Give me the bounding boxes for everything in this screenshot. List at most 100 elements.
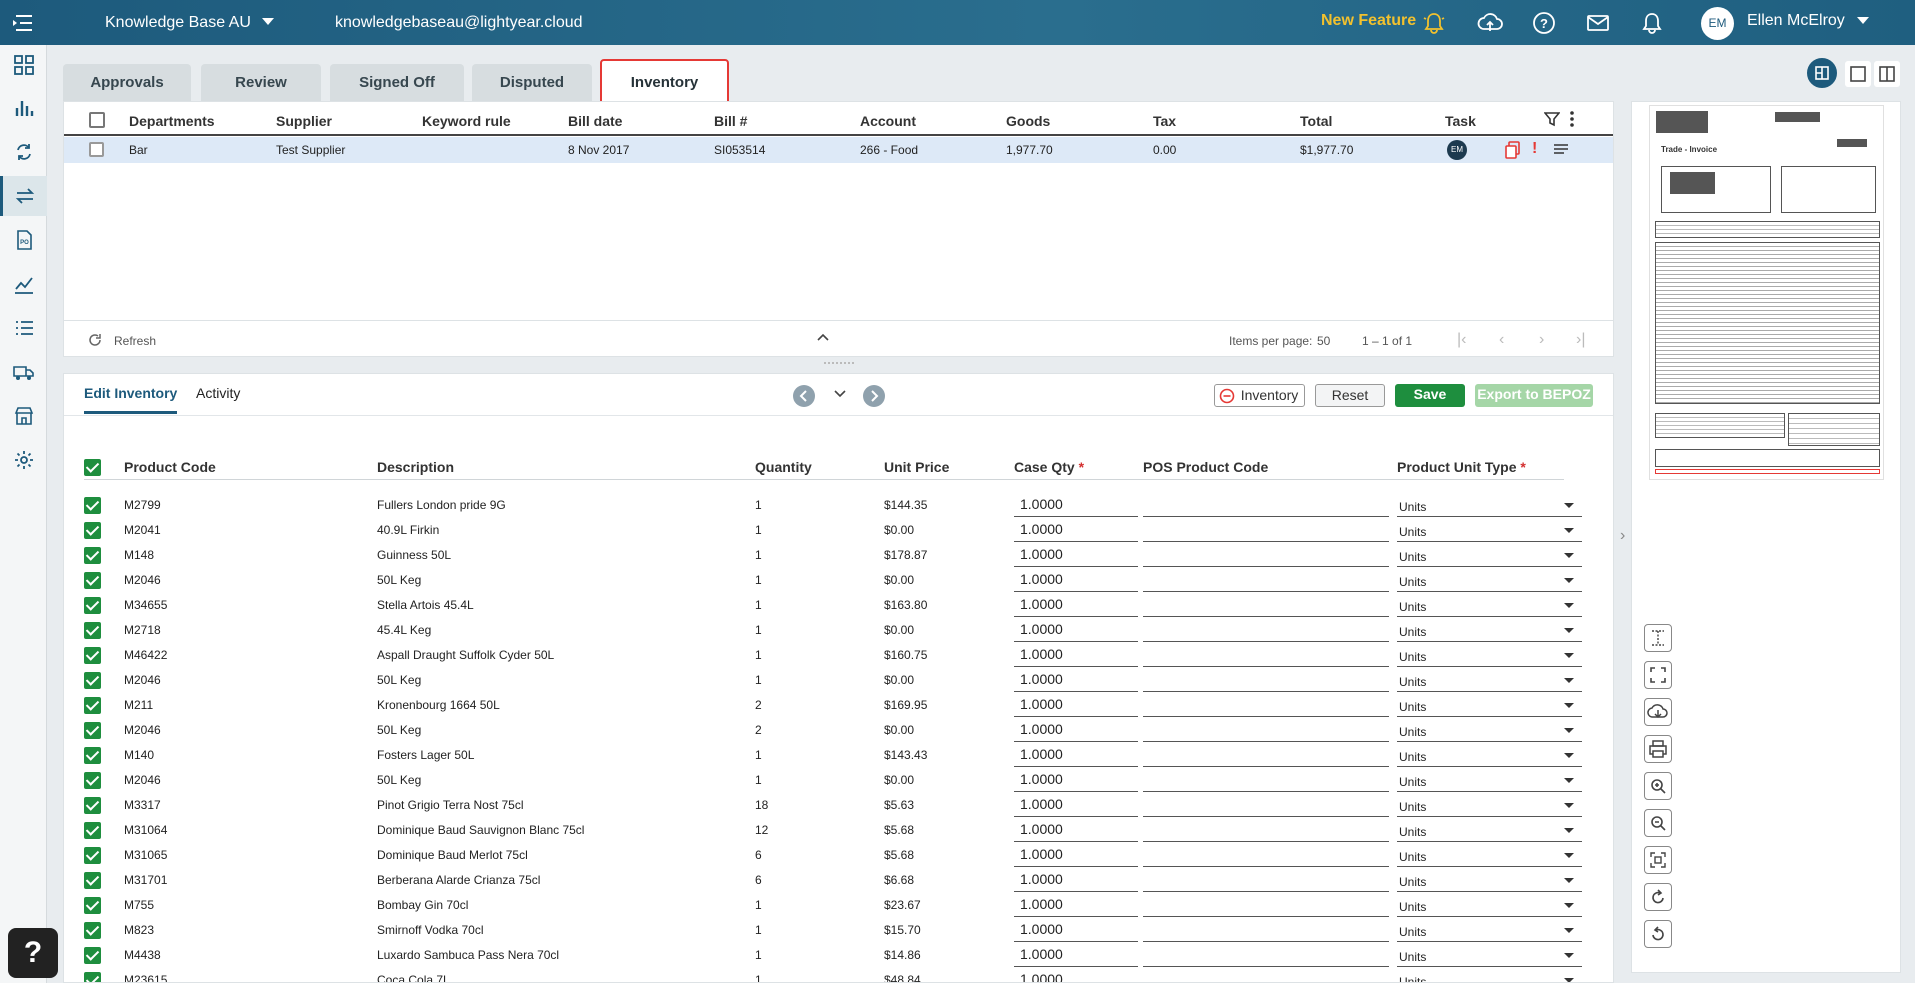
product-unit-type-select[interactable]: Units	[1397, 968, 1582, 982]
case-qty-input[interactable]: 1.0000	[1014, 843, 1138, 867]
item-row-checkbox[interactable]	[84, 597, 101, 614]
select-all-bills-checkbox[interactable]	[89, 112, 105, 128]
col-bill-number[interactable]: Bill #	[714, 113, 747, 129]
items-per-page-select[interactable]: 50	[1317, 334, 1330, 348]
item-row-checkbox[interactable]	[84, 747, 101, 764]
item-row-checkbox[interactable]	[84, 497, 101, 514]
col-supplier[interactable]: Supplier	[276, 113, 332, 129]
inventory-item-row[interactable]: M2041 40.9L Firkin 1 $0.00 1.0000 Units	[64, 518, 1613, 543]
panel-resize-handle[interactable]	[824, 362, 854, 365]
case-qty-input[interactable]: 1.0000	[1014, 768, 1138, 792]
item-row-checkbox[interactable]	[84, 547, 101, 564]
item-row-checkbox[interactable]	[84, 947, 101, 964]
inventory-item-row[interactable]: M140 Fosters Lager 50L 1 $143.43 1.0000 Units	[64, 743, 1613, 768]
help-chat-button[interactable]: ?	[8, 928, 58, 978]
user-avatar[interactable]: EM	[1701, 7, 1734, 40]
nav-list-icon[interactable]	[0, 308, 47, 348]
refresh-label[interactable]: Refresh	[114, 334, 156, 348]
case-qty-input[interactable]: 1.0000	[1014, 893, 1138, 917]
zoom-in-icon[interactable]	[1644, 772, 1672, 800]
inventory-item-row[interactable]: M31701 Berberana Alarde Crianza 75cl 6 $6.6…	[64, 868, 1613, 893]
nav-reports-icon[interactable]	[0, 88, 47, 128]
col-goods[interactable]: Goods	[1006, 113, 1050, 129]
inventory-item-row[interactable]: M211 Kronenbourg 1664 50L 2 $169.95 1.0000 Un…	[64, 693, 1613, 718]
col-bill-date[interactable]: Bill date	[568, 113, 622, 129]
nav-store-icon[interactable]	[0, 396, 47, 436]
bell-ringing-icon[interactable]	[1420, 9, 1448, 37]
product-unit-type-select[interactable]: Units	[1397, 718, 1582, 742]
product-unit-type-select[interactable]: Units	[1397, 918, 1582, 942]
menu-collapse-icon[interactable]	[10, 12, 36, 34]
case-qty-input[interactable]: 1.0000	[1014, 593, 1138, 617]
inventory-item-row[interactable]: M823 Smirnoff Vodka 70cl 1 $15.70 1.0000 Unit…	[64, 918, 1613, 943]
case-qty-input[interactable]: 1.0000	[1014, 918, 1138, 942]
case-qty-input[interactable]: 1.0000	[1014, 868, 1138, 892]
pos-product-code-input[interactable]	[1143, 893, 1389, 917]
tab-activity[interactable]: Activity	[196, 385, 240, 411]
select-all-items-checkbox[interactable]	[84, 459, 101, 476]
tab-inventory[interactable]: Inventory	[600, 59, 729, 104]
inventory-item-row[interactable]: M3317 Pinot Grigio Terra Nost 75cl 18 $5.63…	[64, 793, 1613, 818]
case-qty-input[interactable]: 1.0000	[1014, 668, 1138, 692]
nav-analytics-icon[interactable]	[0, 264, 47, 304]
split-view-icon[interactable]	[1807, 58, 1837, 88]
notes-lines-icon[interactable]	[1554, 143, 1568, 161]
item-row-checkbox[interactable]	[84, 922, 101, 939]
notification-bell-icon[interactable]	[1638, 9, 1666, 37]
item-row-checkbox[interactable]	[84, 522, 101, 539]
product-unit-type-select[interactable]: Units	[1397, 493, 1582, 517]
save-button[interactable]: Save	[1395, 384, 1465, 407]
product-unit-type-select[interactable]: Units	[1397, 843, 1582, 867]
col-total[interactable]: Total	[1300, 113, 1332, 129]
col-account[interactable]: Account	[860, 113, 916, 129]
pos-product-code-input[interactable]	[1143, 943, 1389, 967]
help-icon[interactable]: ?	[1530, 9, 1558, 37]
zoom-out-icon[interactable]	[1644, 809, 1672, 837]
product-unit-type-select[interactable]: Units	[1397, 893, 1582, 917]
organization-name[interactable]: Knowledge Base AU	[105, 14, 251, 32]
inventory-toggle-button[interactable]: Inventory	[1214, 384, 1305, 407]
fit-to-page-icon[interactable]	[1644, 846, 1672, 874]
bill-table-row[interactable]: Bar Test Supplier 8 Nov 2017 SI053514 26…	[64, 137, 1613, 163]
next-bill-icon[interactable]	[863, 385, 885, 407]
case-qty-input[interactable]: 1.0000	[1014, 518, 1138, 542]
product-unit-type-select[interactable]: Units	[1397, 818, 1582, 842]
nav-sync-icon[interactable]	[0, 132, 47, 172]
item-row-checkbox[interactable]	[84, 972, 101, 982]
print-icon[interactable]	[1644, 735, 1672, 763]
export-to-bepoz-button[interactable]: Export to BEPOZ	[1475, 384, 1593, 407]
pos-product-code-input[interactable]	[1143, 668, 1389, 692]
item-row-checkbox[interactable]	[84, 697, 101, 714]
product-unit-type-select[interactable]: Units	[1397, 768, 1582, 792]
inventory-item-row[interactable]: M2046 50L Keg 1 $0.00 1.0000 Units	[64, 568, 1613, 593]
tab-edit-inventory[interactable]: Edit Inventory	[84, 385, 178, 414]
inventory-item-row[interactable]: M755 Bombay Gin 70cl 1 $23.67 1.0000 Units	[64, 893, 1613, 918]
refresh-icon[interactable]	[88, 333, 102, 350]
case-qty-input[interactable]: 1.0000	[1014, 693, 1138, 717]
pos-product-code-input[interactable]	[1143, 918, 1389, 942]
pos-product-code-input[interactable]	[1143, 743, 1389, 767]
inventory-item-row[interactable]: M148 Guinness 50L 1 $178.87 1.0000 Units	[64, 543, 1613, 568]
case-qty-input[interactable]: 1.0000	[1014, 818, 1138, 842]
tab-signed-off[interactable]: Signed Off	[330, 64, 464, 102]
col-task[interactable]: Task	[1445, 113, 1476, 129]
pos-product-code-input[interactable]	[1143, 818, 1389, 842]
inventory-item-row[interactable]: M31065 Dominique Baud Merlot 75cl 6 $5.68 1.…	[64, 843, 1613, 868]
expand-preview-chevron-icon[interactable]: ›	[1620, 527, 1625, 545]
pos-product-code-input[interactable]	[1143, 843, 1389, 867]
mail-icon[interactable]	[1584, 9, 1612, 37]
product-unit-type-select[interactable]: Units	[1397, 518, 1582, 542]
collapse-up-chevron-icon[interactable]	[816, 331, 830, 345]
col-departments[interactable]: Departments	[129, 113, 215, 129]
nav-settings-icon[interactable]	[0, 440, 47, 480]
inventory-item-row[interactable]: M31064 Dominique Baud Sauvignon Blanc 75c…	[64, 818, 1613, 843]
previous-page-icon[interactable]: ‹	[1499, 331, 1504, 349]
nav-delivery-truck-icon[interactable]	[0, 352, 47, 392]
product-unit-type-select[interactable]: Units	[1397, 618, 1582, 642]
item-row-checkbox[interactable]	[84, 672, 101, 689]
last-page-icon[interactable]: ›|	[1576, 331, 1585, 349]
item-row-checkbox[interactable]	[84, 622, 101, 639]
expand-down-chevron-icon[interactable]	[833, 386, 847, 404]
text-select-icon[interactable]	[1644, 624, 1672, 652]
item-row-checkbox[interactable]	[84, 722, 101, 739]
